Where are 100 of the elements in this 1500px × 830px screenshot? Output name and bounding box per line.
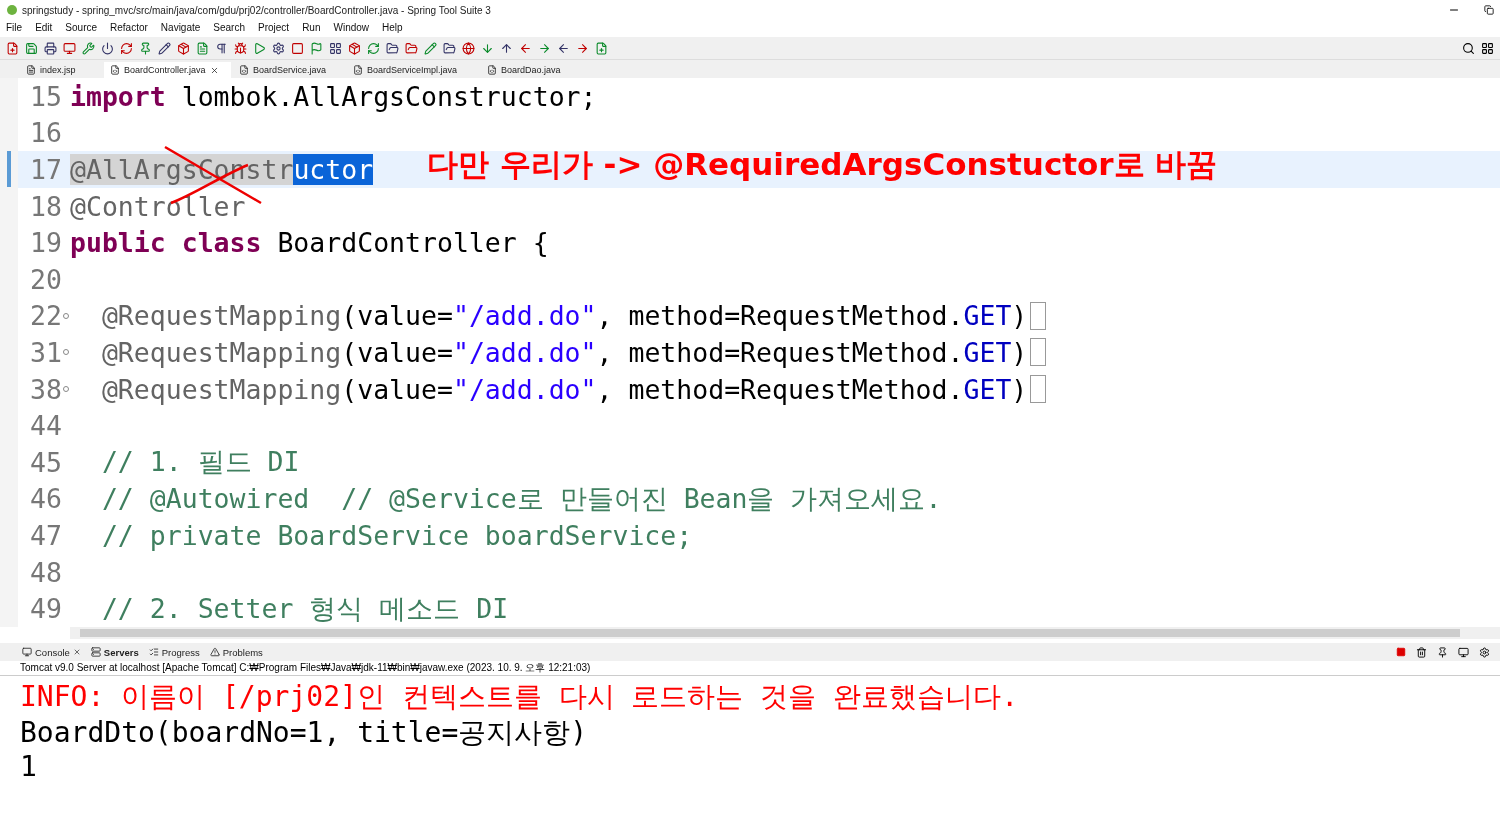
editor-tab[interactable]: BoardService.java xyxy=(233,62,345,78)
menu-item[interactable]: Help xyxy=(382,22,403,33)
file-icon xyxy=(487,65,497,75)
stop-icon[interactable] xyxy=(291,41,304,55)
line-number: 18 xyxy=(29,190,62,222)
stop-icon[interactable] xyxy=(1396,647,1406,657)
fold-icon[interactable] xyxy=(63,312,69,319)
close-icon[interactable] xyxy=(209,65,219,75)
monitor-icon[interactable] xyxy=(1458,646,1469,658)
print-icon[interactable] xyxy=(44,41,57,55)
line-number: 19 xyxy=(29,227,62,259)
view-tab[interactable]: Console xyxy=(22,646,81,658)
perspective-icon[interactable] xyxy=(1481,41,1494,55)
code-line: // @Autowired // @Service로 만들어진 Bean을 가져오세요. xyxy=(100,481,942,516)
console-header: Tomcat v9.0 Server at localhost [Apache Tomcat] C:₩Program Files₩Java₩jdk-11₩bin₩javaw.exe (2023. 10. 9. 오후 12:21:03) xyxy=(0,661,1500,676)
editor-tab[interactable]: BoardController.java xyxy=(104,62,231,78)
line-number: 16 xyxy=(29,117,62,149)
pin-icon[interactable] xyxy=(1437,646,1448,658)
back-arrow-icon[interactable] xyxy=(557,41,570,55)
menu-item[interactable]: Search xyxy=(213,22,245,33)
new-window-icon[interactable] xyxy=(595,41,608,55)
folded-code-box[interactable] xyxy=(1030,338,1047,367)
menu-item[interactable]: Window xyxy=(333,22,370,33)
code-line: import lombok.AllArgsConstructor; xyxy=(70,80,597,112)
power-icon[interactable] xyxy=(101,41,114,55)
refresh-icon[interactable] xyxy=(120,41,133,55)
back-arrow-icon[interactable] xyxy=(519,41,532,55)
folded-code-box[interactable] xyxy=(1030,301,1047,330)
checklist-icon xyxy=(148,647,159,657)
file-icon xyxy=(26,65,36,75)
line-number: 49 xyxy=(29,593,62,625)
package-icon[interactable] xyxy=(177,41,190,55)
menu-item[interactable]: Source xyxy=(65,22,98,33)
menu-item[interactable]: File xyxy=(6,22,23,33)
line-number: 20 xyxy=(29,263,62,295)
forward-arrow-icon[interactable] xyxy=(538,41,551,55)
menu-item[interactable]: Run xyxy=(302,22,321,33)
file-icon xyxy=(239,65,249,75)
pencil-icon[interactable] xyxy=(158,41,171,55)
line-number: 45 xyxy=(29,446,62,478)
play-icon[interactable] xyxy=(253,41,266,55)
console-line: INFO: 이름이 [/prj02]인 컨텍스트를 다시 로드하는 것을 완료했습니다. xyxy=(20,679,1019,714)
line-number: 17 xyxy=(29,154,62,185)
code-line: @RequestMapping(value="/add.do", method=RequestMethod.GET) xyxy=(70,336,1047,368)
bug-icon[interactable] xyxy=(234,41,247,55)
line-number: 38 xyxy=(29,373,62,405)
refresh-icon[interactable] xyxy=(367,41,380,55)
code-line: @RequestMapping(value="/add.do", method=RequestMethod.GET) xyxy=(70,300,1047,332)
editor-tab[interactable]: BoardDao.java xyxy=(481,62,573,78)
close-icon[interactable] xyxy=(72,648,81,656)
gear-icon[interactable] xyxy=(1479,646,1490,658)
new-file-icon[interactable] xyxy=(6,41,19,55)
folder-icon[interactable] xyxy=(443,41,456,55)
gear-icon[interactable] xyxy=(272,41,285,55)
code-line: // 1. 필드 DI xyxy=(100,445,300,480)
line-number: 46 xyxy=(29,483,62,515)
package-icon[interactable] xyxy=(348,41,361,55)
fold-icon[interactable] xyxy=(63,349,69,356)
pilcrow-icon[interactable] xyxy=(215,41,228,55)
folder-icon[interactable] xyxy=(405,41,418,55)
up-arrow-icon[interactable] xyxy=(500,41,513,55)
globe-icon[interactable] xyxy=(462,41,475,55)
menu-item[interactable]: Refactor xyxy=(110,22,148,33)
editor-tab[interactable]: BoardServiceImpl.java xyxy=(347,62,479,78)
line-number: 47 xyxy=(29,519,62,551)
view-tab[interactable]: Progress xyxy=(148,646,200,658)
code-line: public class BoardController { xyxy=(70,227,549,259)
save-icon[interactable] xyxy=(25,41,38,55)
code-line: @Controller xyxy=(70,190,246,222)
trash-icon[interactable] xyxy=(1416,646,1427,658)
forward-arrow-icon[interactable] xyxy=(576,41,589,55)
annotation-note: 다만 우리가 -> @RequiredArgsConstuctor로 바꿈 xyxy=(427,145,1218,184)
server-icon xyxy=(90,647,101,657)
monitor-icon xyxy=(22,647,32,657)
view-tab[interactable]: Servers xyxy=(90,646,139,658)
folded-code-box[interactable] xyxy=(1030,375,1047,404)
folder-icon[interactable] xyxy=(386,41,399,55)
menu-item[interactable]: Project xyxy=(258,22,290,33)
search-icon[interactable] xyxy=(1462,41,1475,55)
code-line: // private BoardService boardService; xyxy=(100,519,693,551)
flag-icon[interactable] xyxy=(310,41,323,55)
restore-icon[interactable] xyxy=(1484,5,1494,15)
tool-icon[interactable] xyxy=(82,41,95,55)
menu-item[interactable]: Edit xyxy=(35,22,53,33)
line-number: 44 xyxy=(29,410,62,442)
window-title: springstudy - spring_mvc/src/main/java/com/gdu/prj02/controller/BoardController.java - Spring Tool Suite 3 xyxy=(22,4,492,16)
warning-icon xyxy=(209,647,220,657)
view-tab[interactable]: Problems xyxy=(209,646,263,658)
file-icon xyxy=(110,65,120,75)
document-icon[interactable] xyxy=(196,41,209,55)
console-line: 1 xyxy=(20,750,38,785)
menu-item[interactable]: Navigate xyxy=(160,22,201,33)
line-number: 22 xyxy=(29,300,62,332)
line-number: 48 xyxy=(29,556,62,588)
scrollbar-thumb[interactable] xyxy=(80,629,1460,637)
fold-icon[interactable] xyxy=(63,386,69,393)
grid-icon[interactable] xyxy=(329,41,342,55)
code-line: // 2. Setter 형식 메소드 DI xyxy=(100,591,509,626)
editor-tab[interactable]: index.jsp xyxy=(20,62,102,78)
down-arrow-icon[interactable] xyxy=(481,41,494,55)
